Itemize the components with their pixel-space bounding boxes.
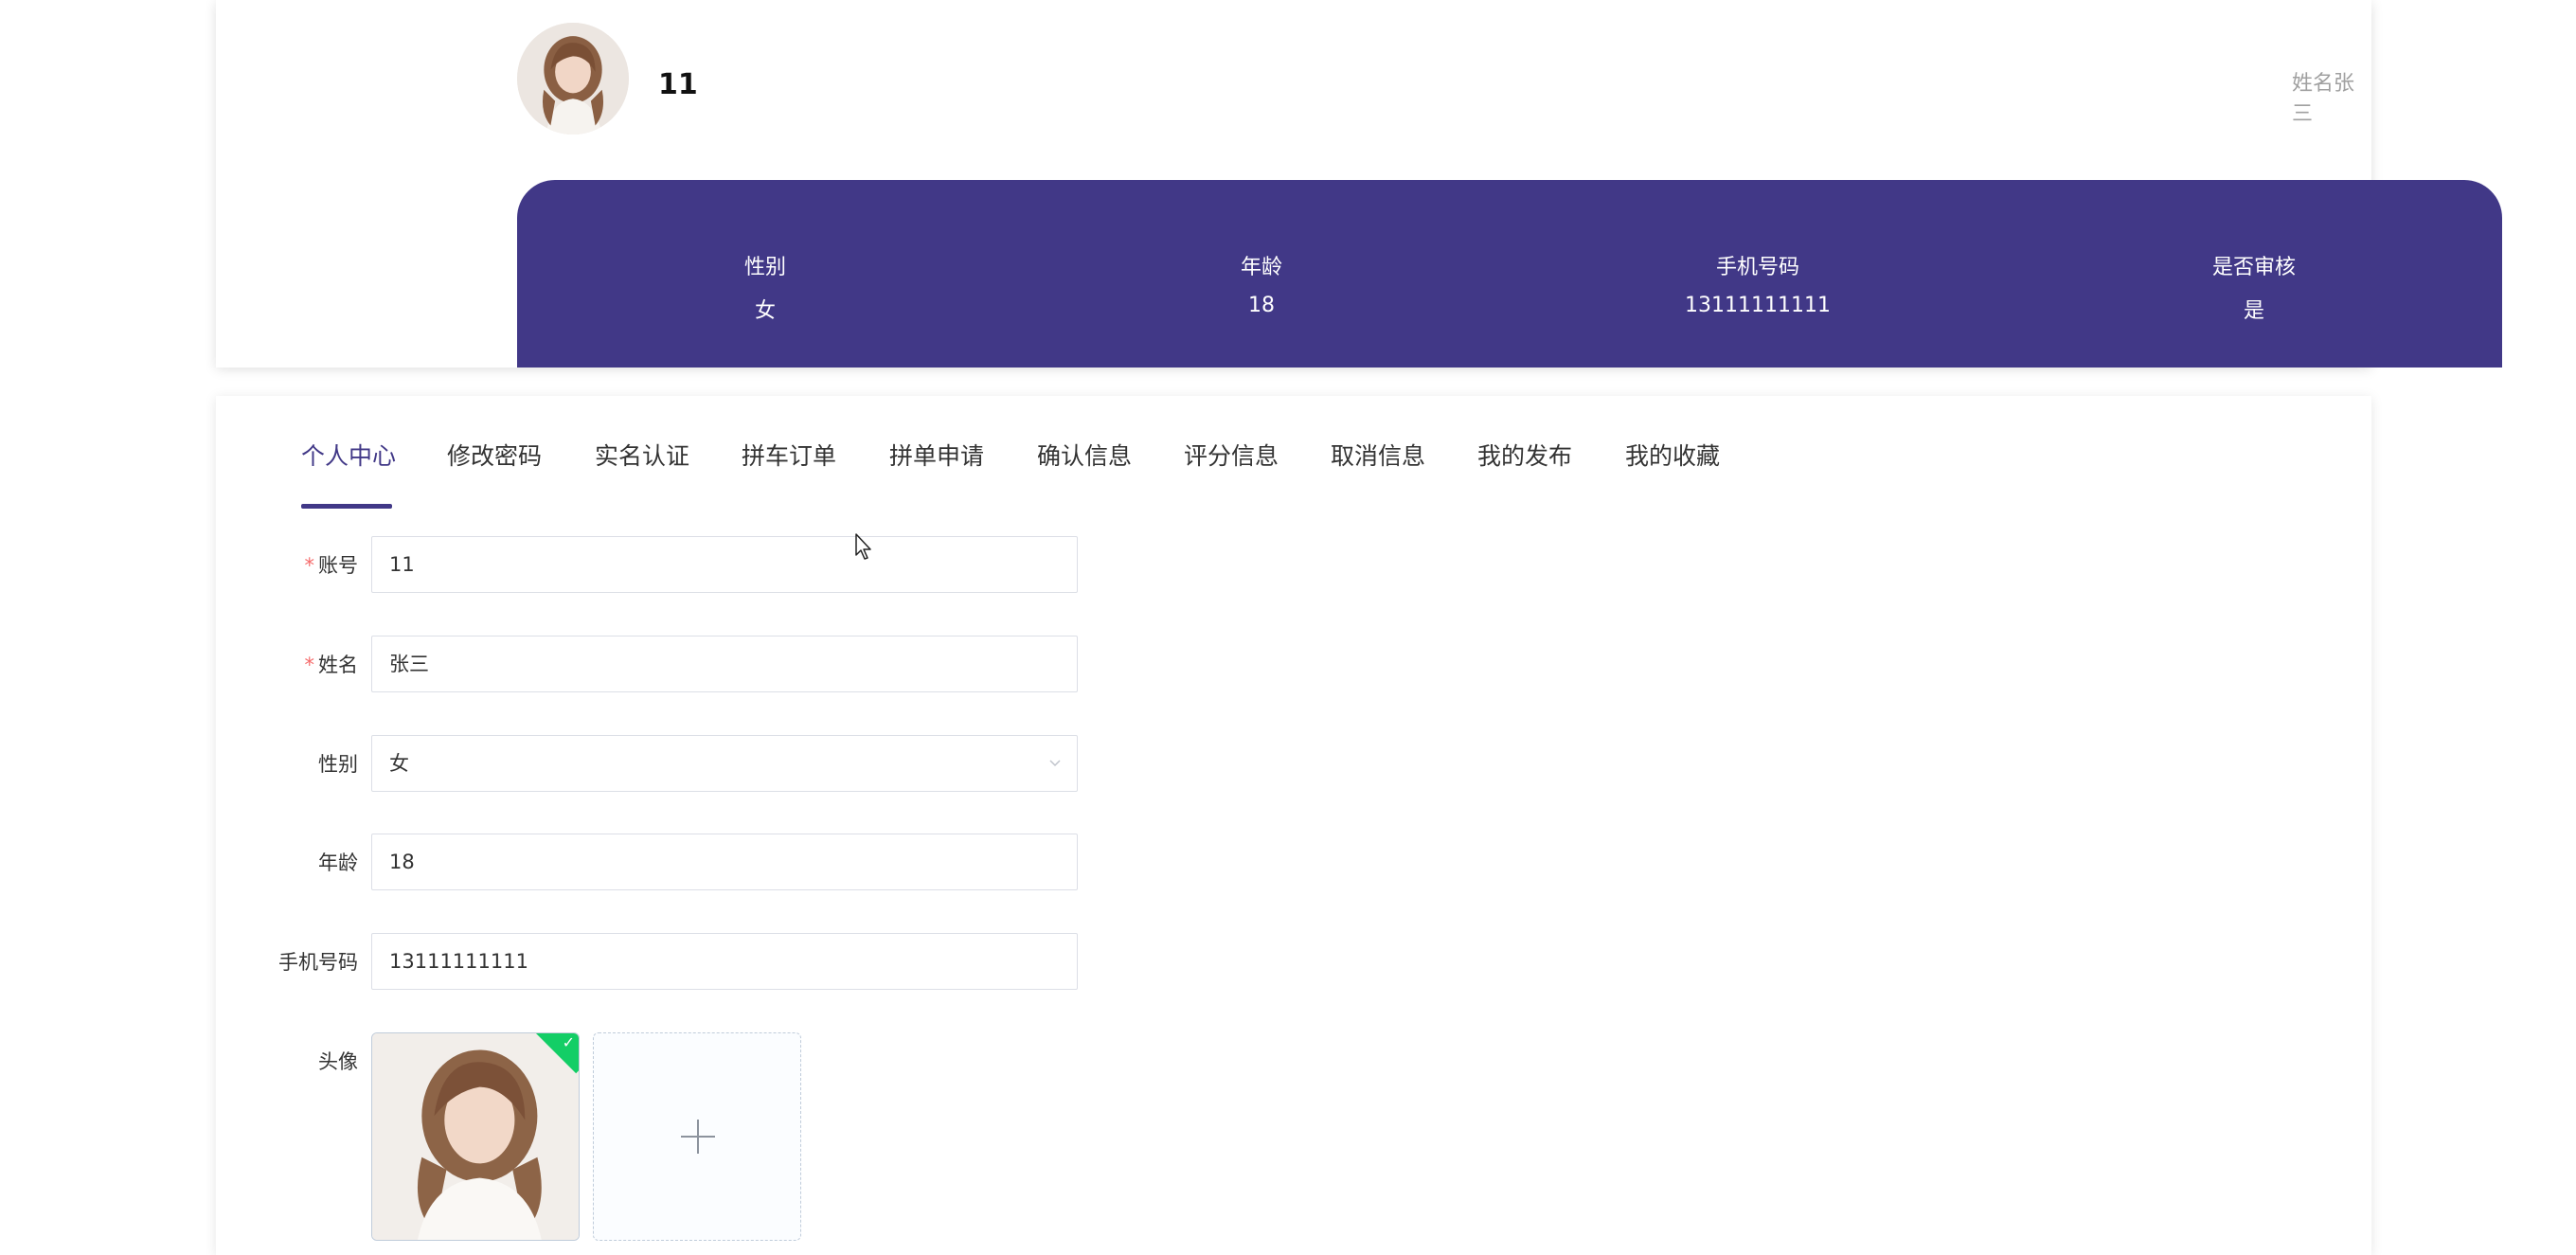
- mouse-pointer-icon: [855, 533, 871, 560]
- stat-value: 18: [1248, 294, 1275, 317]
- plus-icon: [697, 1120, 699, 1154]
- active-tab-indicator: [301, 504, 392, 509]
- profile-stats-bar: 性别 女 年龄 18 手机号码 13111111111 是否审核 是: [517, 180, 2502, 368]
- phone-input[interactable]: 13111111111: [371, 933, 1078, 990]
- avatar-label: 头像: [318, 1050, 358, 1073]
- gender-select[interactable]: 女: [371, 735, 1078, 792]
- stat-value: 女: [754, 299, 776, 323]
- tab-cancel-info[interactable]: 取消信息: [1331, 438, 1425, 472]
- tab-real-name-auth[interactable]: 实名认证: [595, 438, 689, 472]
- account-input[interactable]: 11: [371, 536, 1078, 593]
- stat-label: 手机号码: [1715, 256, 1799, 279]
- check-icon: ✓: [562, 1033, 575, 1051]
- uploaded-avatar-photo: [372, 1033, 579, 1240]
- tab-carpool-orders[interactable]: 拼车订单: [742, 438, 836, 472]
- stat-label: 年龄: [1240, 256, 1282, 279]
- upload-add-button[interactable]: [593, 1032, 801, 1241]
- age-input[interactable]: 18: [371, 834, 1078, 890]
- profile-username: 11: [658, 68, 698, 101]
- gender-label: 性别: [318, 753, 358, 776]
- name-input[interactable]: 张三: [371, 636, 1078, 692]
- stat-label: 是否审核: [2211, 256, 2296, 279]
- stat-value: 是: [2243, 299, 2264, 323]
- profile-avatar: [517, 23, 629, 134]
- profile-name-note: 姓名张三: [2292, 72, 2355, 126]
- stat-value: 13111111111: [1685, 294, 1831, 317]
- account-label: * 账号: [304, 554, 359, 577]
- required-mark: *: [304, 654, 315, 676]
- chevron-down-icon: [1049, 760, 1061, 767]
- tab-confirm-info[interactable]: 确认信息: [1037, 438, 1132, 472]
- uploaded-avatar-thumbnail[interactable]: ✓: [371, 1032, 580, 1241]
- age-label: 年龄: [318, 852, 358, 874]
- tab-change-password[interactable]: 修改密码: [447, 438, 542, 472]
- gender-select-value: 女: [389, 752, 409, 775]
- tab-rating-info[interactable]: 评分信息: [1184, 438, 1279, 472]
- tab-my-posts[interactable]: 我的发布: [1477, 438, 1572, 472]
- tab-my-favorites[interactable]: 我的收藏: [1625, 438, 1720, 472]
- profile-header-card: 11 姓名张三 性别 女 年龄 18 手机号码 13111111111 是否审核…: [216, 0, 2502, 368]
- tab-join-requests[interactable]: 拼单申请: [889, 438, 984, 472]
- required-mark: *: [304, 554, 315, 577]
- user-center-card: 个人中心 修改密码 实名认证 拼车订单 拼单申请 确认信息 评分信息 取消信息 …: [216, 396, 2371, 1255]
- phone-label: 手机号码: [278, 951, 358, 974]
- avatar-photo: [517, 23, 629, 134]
- stat-label: 性别: [743, 256, 786, 279]
- name-label: * 姓名: [304, 654, 359, 676]
- tab-personal-center[interactable]: 个人中心: [301, 438, 396, 472]
